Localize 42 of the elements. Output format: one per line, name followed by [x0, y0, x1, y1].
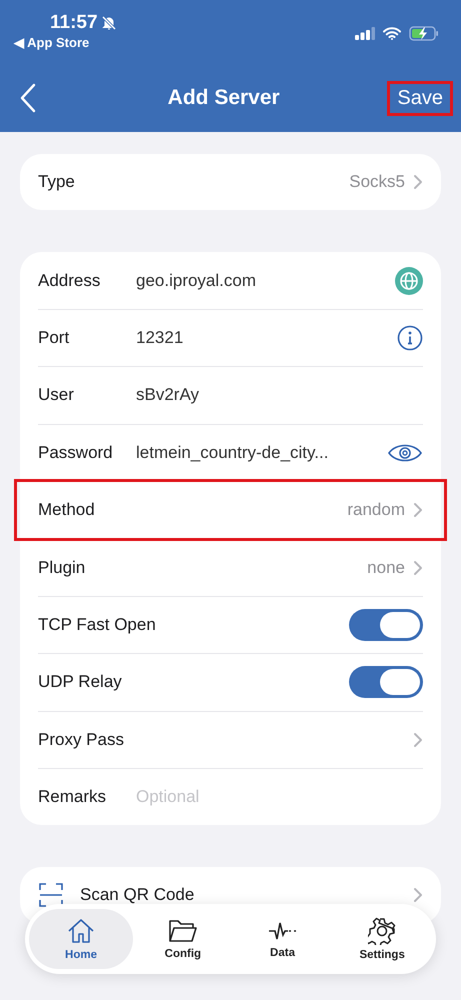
tab-item[interactable]: Config	[133, 909, 233, 969]
field-label: Port	[38, 328, 70, 348]
field-value[interactable]: geo.iproyal.com	[136, 270, 395, 291]
scan-qr-label[interactable]: Scan QR Code	[80, 885, 413, 906]
field-label: User	[38, 385, 75, 406]
muted-bell-icon	[100, 15, 117, 31]
field-label: TCP Fast Open	[38, 614, 156, 635]
battery-charging-icon	[409, 26, 439, 41]
field-label: UDP Relay	[38, 672, 122, 692]
field-label: Type	[38, 172, 76, 192]
field-value[interactable]: 12321	[136, 328, 397, 348]
eye-icon[interactable]	[387, 442, 423, 464]
chevron-icon	[413, 887, 423, 904]
field-label: Plugin	[38, 558, 86, 578]
screen-title: Add Server	[168, 86, 280, 110]
field-label: Remarks	[38, 787, 108, 808]
scan-frame-icon	[38, 882, 64, 908]
back-chevron-icon	[20, 83, 36, 113]
field-label[interactable]: Proxy Pass	[38, 730, 124, 750]
status-time: 11:57	[50, 12, 98, 34]
chevron-icon	[413, 502, 423, 518]
field-value[interactable]: letmein_country-de_city...	[136, 442, 387, 463]
home-icon	[67, 917, 96, 945]
wifi-icon	[383, 27, 401, 40]
chevron-icon	[413, 732, 423, 748]
toggle-switch[interactable]	[349, 608, 423, 641]
info-icon[interactable]	[397, 324, 423, 351]
field-label: Method	[38, 500, 96, 520]
toggle-switch[interactable]	[349, 666, 423, 698]
tab-item[interactable]: Data	[232, 909, 332, 969]
save-button[interactable]: Save	[387, 80, 453, 116]
folder-icon	[168, 918, 198, 944]
back-to-app-link[interactable]: ◀ App Store	[14, 35, 90, 50]
tab-item[interactable]: Home	[29, 909, 134, 969]
settings-icon	[368, 917, 396, 945]
field-label: Password	[38, 442, 114, 463]
field-label: Address	[38, 270, 102, 291]
chevron-icon	[413, 560, 423, 576]
chevron-icon	[413, 174, 423, 190]
tab-item[interactable]: Settings	[332, 909, 432, 969]
field-value[interactable]: sBv2rAy	[136, 385, 423, 406]
signal-icon	[355, 27, 375, 40]
